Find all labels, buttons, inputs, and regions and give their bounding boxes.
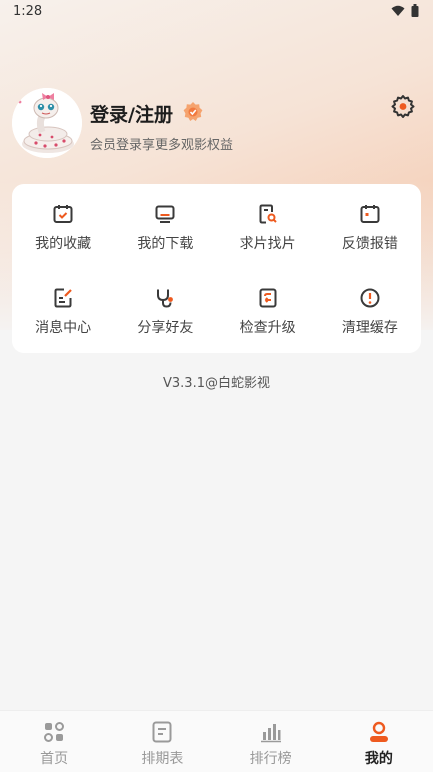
avatar[interactable] — [12, 88, 82, 158]
tab-mine[interactable]: 我的 — [325, 711, 433, 772]
menu-card: 我的收藏 我的下载 求片找片 反馈报错 消息中心 分享好友 检查升级 清理缓存 — [12, 184, 421, 353]
update-icon — [259, 288, 277, 308]
menu-label: 我的收藏 — [35, 236, 92, 252]
tab-schedule[interactable]: 排期表 — [108, 711, 216, 772]
status-icons — [391, 4, 419, 17]
calendar-alert-icon — [360, 205, 380, 223]
status-time: 1:28 — [13, 4, 43, 19]
battery-icon — [411, 4, 419, 17]
tab-label: 我的 — [364, 751, 393, 767]
monitor-icon — [155, 205, 175, 223]
menu-item-share[interactable]: 分享好友 — [114, 268, 216, 352]
menu-label: 反馈报错 — [341, 236, 398, 252]
tab-ranking[interactable]: 排行榜 — [217, 711, 325, 772]
menu-item-downloads[interactable]: 我的下载 — [114, 184, 216, 268]
schedule-icon — [152, 721, 172, 743]
wifi-icon — [391, 5, 405, 16]
login-subtitle: 会员登录享更多观影权益 — [90, 138, 234, 153]
bottom-tab-bar: 首页 排期表 排行榜 我的 — [0, 710, 433, 772]
gear-icon[interactable] — [391, 94, 415, 118]
login-register-title[interactable]: 登录/注册 — [90, 100, 173, 127]
tab-label: 排期表 — [141, 751, 184, 767]
tab-label: 首页 — [40, 751, 69, 767]
menu-item-favorites[interactable]: 我的收藏 — [12, 184, 114, 268]
menu-item-update[interactable]: 检查升级 — [217, 268, 319, 352]
edit-note-icon — [54, 288, 72, 308]
tab-label: 排行榜 — [249, 751, 292, 767]
calendar-check-icon — [53, 205, 73, 223]
menu-label: 清理缓存 — [341, 320, 398, 336]
status-bar: 1:28 — [0, 0, 433, 24]
menu-label: 分享好友 — [137, 320, 194, 336]
menu-item-clear-cache[interactable]: 清理缓存 — [319, 268, 421, 352]
user-icon — [369, 721, 388, 742]
bar-chart-icon — [260, 724, 281, 743]
menu-label: 消息中心 — [35, 320, 92, 336]
profile-header[interactable]: 登录/注册 会员登录享更多观影权益 — [12, 88, 421, 158]
menu-label: 求片找片 — [239, 236, 296, 252]
version-text: V3.3.1@白蛇影视 — [163, 376, 270, 391]
menu-label: 检查升级 — [239, 320, 296, 336]
stethoscope-icon — [157, 289, 174, 308]
menu-item-feedback[interactable]: 反馈报错 — [319, 184, 421, 268]
snake-avatar-icon — [12, 88, 82, 158]
tab-home[interactable]: 首页 — [0, 711, 108, 772]
alert-circle-icon — [360, 288, 380, 308]
menu-item-messages[interactable]: 消息中心 — [12, 268, 114, 352]
menu-label: 我的下载 — [137, 236, 194, 252]
menu-grid: 我的收藏 我的下载 求片找片 反馈报错 消息中心 分享好友 检查升级 清理缓存 — [12, 184, 421, 352]
vip-badge-icon — [183, 102, 203, 121]
grid-icon — [44, 722, 65, 742]
document-search-icon — [259, 204, 277, 224]
menu-item-request[interactable]: 求片找片 — [217, 184, 319, 268]
